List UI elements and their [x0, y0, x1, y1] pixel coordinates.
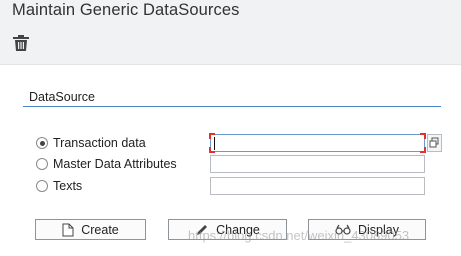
page-title: Maintain Generic DataSources: [12, 1, 240, 19]
change-button[interactable]: Change: [168, 219, 287, 240]
radio-button[interactable]: [36, 158, 48, 170]
change-button-label: Change: [216, 222, 260, 237]
radio-button[interactable]: [36, 180, 48, 192]
radio-transaction-data[interactable]: Transaction data: [36, 134, 146, 152]
focus-corner: [209, 133, 215, 139]
document-icon: [62, 223, 74, 236]
radio-label-master-data-attributes: Master Data Attributes: [53, 157, 177, 171]
glasses-icon: [335, 224, 351, 235]
datasource-groupbox: DataSource Transaction data Master Data …: [23, 89, 442, 245]
create-button-label: Create: [81, 222, 119, 237]
trash-icon[interactable]: [11, 33, 31, 53]
radio-label-texts: Texts: [53, 179, 83, 193]
pencil-icon: [197, 224, 208, 235]
create-button[interactable]: Create: [35, 219, 146, 240]
radio-master-data-attributes[interactable]: Master Data Attributes: [36, 155, 177, 173]
title-bar: Maintain Generic DataSources: [0, 0, 461, 27]
display-button-label: Display: [358, 222, 399, 237]
radio-label-transaction-data: Transaction data: [53, 136, 146, 150]
application-toolbar: [0, 27, 461, 65]
focus-corner: [209, 147, 215, 153]
focus-corner: [420, 147, 426, 153]
master-data-attributes-input[interactable]: [210, 155, 425, 173]
radio-button-selected[interactable]: [36, 137, 48, 149]
focus-corner: [420, 133, 426, 139]
groupbox-title: DataSource: [23, 89, 441, 107]
radio-texts[interactable]: Texts: [36, 177, 82, 195]
groupbox-title-label: DataSource: [29, 90, 96, 104]
display-button[interactable]: Display: [308, 219, 426, 240]
value-help-icon: [429, 137, 439, 148]
texts-input[interactable]: [210, 177, 425, 195]
value-help-button[interactable]: [427, 134, 442, 152]
transaction-data-input[interactable]: [209, 133, 426, 153]
